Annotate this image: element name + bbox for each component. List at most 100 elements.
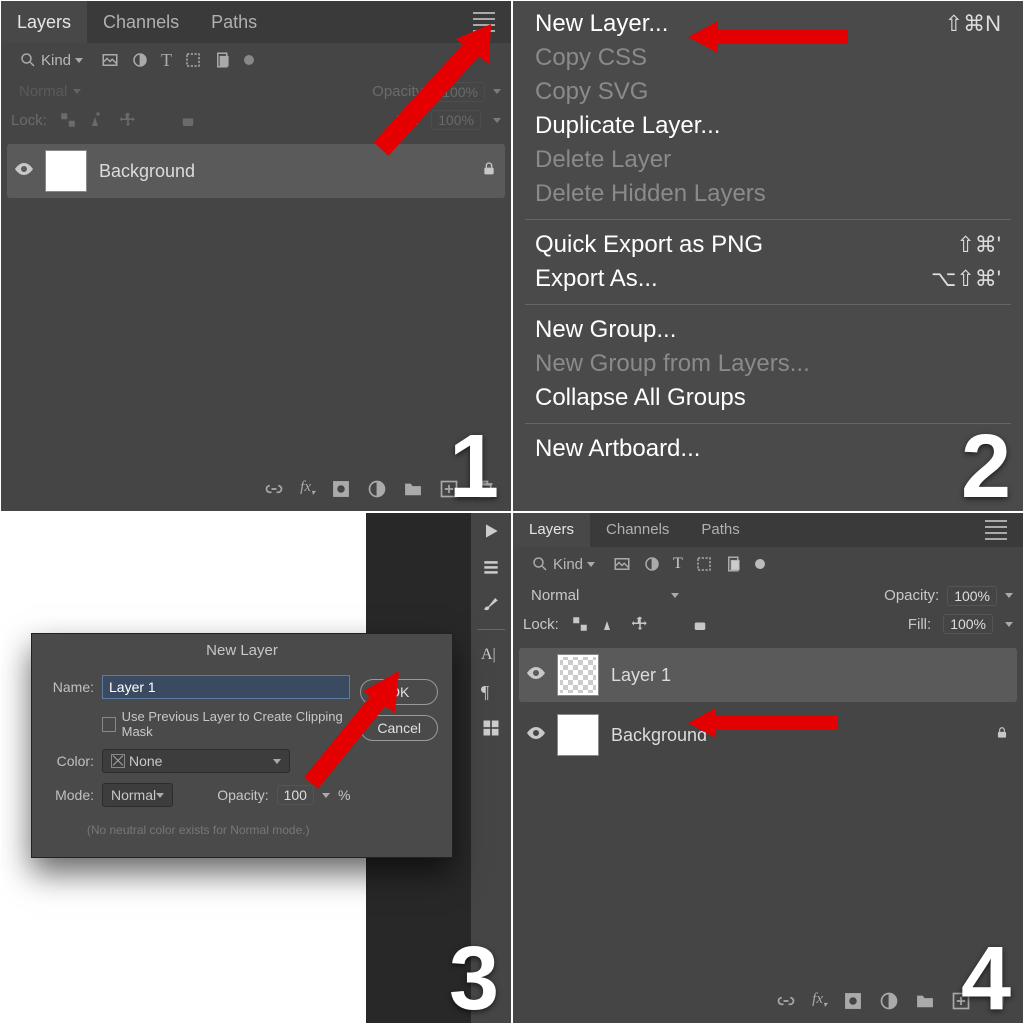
lock-icon [995, 725, 1009, 746]
lock-artboard-icon[interactable] [149, 111, 167, 129]
annotation-arrow [688, 17, 848, 57]
folder-icon[interactable] [403, 479, 423, 499]
filter-adjust-icon[interactable] [131, 51, 149, 69]
mask-icon[interactable] [331, 479, 351, 499]
tab-paths[interactable]: Paths [195, 1, 273, 43]
opacity-label: Opacity: [884, 587, 939, 604]
adjustment-icon[interactable] [367, 479, 387, 499]
lock-paint-icon[interactable] [89, 111, 107, 129]
panel-menu: New Layer...⇧⌘NCopy CSSCopy SVGDuplicate… [513, 1, 1023, 512]
annotation-arrow [688, 705, 838, 741]
tab-channels[interactable]: Channels [87, 1, 195, 43]
tab-paths[interactable]: Paths [685, 513, 755, 547]
brush-icon[interactable] [481, 593, 501, 613]
menu-item[interactable]: Duplicate Layer... [513, 109, 1023, 143]
blend-mode-select[interactable]: Normal [11, 81, 89, 102]
panel-tabs: Layers Channels Paths [513, 513, 1023, 547]
lock-all-icon[interactable] [691, 615, 709, 633]
link-icon[interactable] [264, 479, 284, 499]
step-number: 1 [449, 416, 499, 512]
filter-toggle[interactable] [244, 55, 254, 65]
tab-layers[interactable]: Layers [513, 513, 590, 547]
lock-move-icon[interactable] [631, 615, 649, 633]
fx-icon[interactable]: fx▾ [300, 479, 315, 499]
step-1: Layers Channels Paths Kind T Normal Opac… [0, 0, 512, 512]
color-select[interactable]: None [102, 749, 290, 773]
name-label: Name: [46, 679, 94, 695]
lock-move-icon[interactable] [119, 111, 137, 129]
swatches-icon[interactable] [481, 718, 501, 738]
lock-label: Lock: [11, 112, 47, 129]
fill-value[interactable]: 100% [943, 614, 993, 634]
visibility-icon[interactable] [527, 726, 545, 744]
filter-type-icon[interactable]: T [673, 555, 683, 573]
color-label: Color: [46, 753, 94, 769]
filter-pixel-icon[interactable] [613, 555, 631, 573]
filter-toggle[interactable] [755, 559, 765, 569]
mask-icon[interactable] [843, 991, 863, 1011]
filter-kind-label: Kind [553, 556, 583, 573]
step-number: 2 [961, 416, 1011, 512]
panel-menu-icon[interactable] [979, 514, 1013, 546]
filter-kind-label: Kind [41, 52, 71, 69]
filter-shape-icon[interactable] [695, 555, 713, 573]
dialog-hint: (No neutral color exists for Normal mode… [46, 817, 350, 843]
lock-label: Lock: [523, 616, 559, 633]
menu-item[interactable]: New Group... [513, 313, 1023, 347]
opacity-value[interactable]: 100% [947, 586, 997, 606]
filter-smart-icon[interactable] [214, 51, 232, 69]
opacity-label: Opacity: [217, 787, 268, 803]
lock-icon [481, 160, 497, 183]
filter-smart-icon[interactable] [725, 555, 743, 573]
menu-item[interactable]: Export As...⌥⇧⌘' [513, 262, 1023, 296]
layer-thumbnail [557, 654, 599, 696]
visibility-icon[interactable] [15, 162, 33, 180]
menu-item: New Group from Layers... [513, 347, 1023, 381]
step-3: A| ¶ New Layer Name: Use Previous Layer … [0, 512, 512, 1024]
annotation-arrow [361, 19, 511, 159]
annotation-arrow [291, 663, 411, 793]
visibility-icon[interactable] [527, 666, 545, 684]
filter-adjust-icon[interactable] [643, 555, 661, 573]
filter-type-icon[interactable]: T [161, 50, 172, 71]
fill-label: Fill: [908, 616, 931, 633]
link-icon[interactable] [776, 991, 796, 1011]
menu-item[interactable]: Quick Export as PNG⇧⌘' [513, 228, 1023, 262]
layer-thumbnail [45, 150, 87, 192]
adjustment-icon[interactable] [879, 991, 899, 1011]
fx-icon[interactable]: fx▾ [812, 991, 827, 1011]
lock-artboard-icon[interactable] [661, 615, 679, 633]
type-icon[interactable]: A| [481, 646, 501, 666]
folder-icon[interactable] [915, 991, 935, 1011]
lock-all-icon[interactable] [179, 111, 197, 129]
filter-pixel-icon[interactable] [101, 51, 119, 69]
lock-transparent-icon[interactable] [571, 615, 589, 633]
filter-shape-icon[interactable] [184, 51, 202, 69]
step-2: New Layer...⇧⌘NCopy CSSCopy SVGDuplicate… [512, 0, 1024, 512]
menu-item: Delete Layer [513, 143, 1023, 177]
step-number: 4 [961, 928, 1011, 1024]
panel-bottom-bar: fx▾ [1, 475, 511, 503]
blend-mode-select[interactable]: Normal [523, 585, 687, 606]
mode-label: Mode: [46, 787, 94, 803]
filter-kind[interactable]: Kind [11, 49, 91, 71]
menu-item[interactable]: New Artboard... [513, 432, 1023, 466]
menu-item: Copy SVG [513, 75, 1023, 109]
menu-item: Delete Hidden Layers [513, 177, 1023, 211]
step-number: 3 [449, 928, 499, 1024]
menu-item[interactable]: Collapse All Groups [513, 381, 1023, 415]
lock-transparent-icon[interactable] [59, 111, 77, 129]
layer-layer1[interactable]: Layer 1 [519, 648, 1017, 702]
panel-bottom-bar: fx▾ [513, 987, 1023, 1015]
tab-channels[interactable]: Channels [590, 513, 685, 547]
history-icon[interactable] [481, 557, 501, 577]
step-4: Layers Channels Paths Kind T Normal Opac… [512, 512, 1024, 1024]
play-icon[interactable] [481, 521, 501, 541]
filter-kind[interactable]: Kind [523, 553, 603, 575]
lock-paint-icon[interactable] [601, 615, 619, 633]
paragraph-icon[interactable]: ¶ [481, 682, 501, 702]
clipping-mask-checkbox[interactable] [102, 717, 116, 732]
mode-select[interactable]: Normal [102, 783, 173, 807]
tab-layers[interactable]: Layers [1, 1, 87, 43]
layer-name: Background [99, 161, 469, 182]
